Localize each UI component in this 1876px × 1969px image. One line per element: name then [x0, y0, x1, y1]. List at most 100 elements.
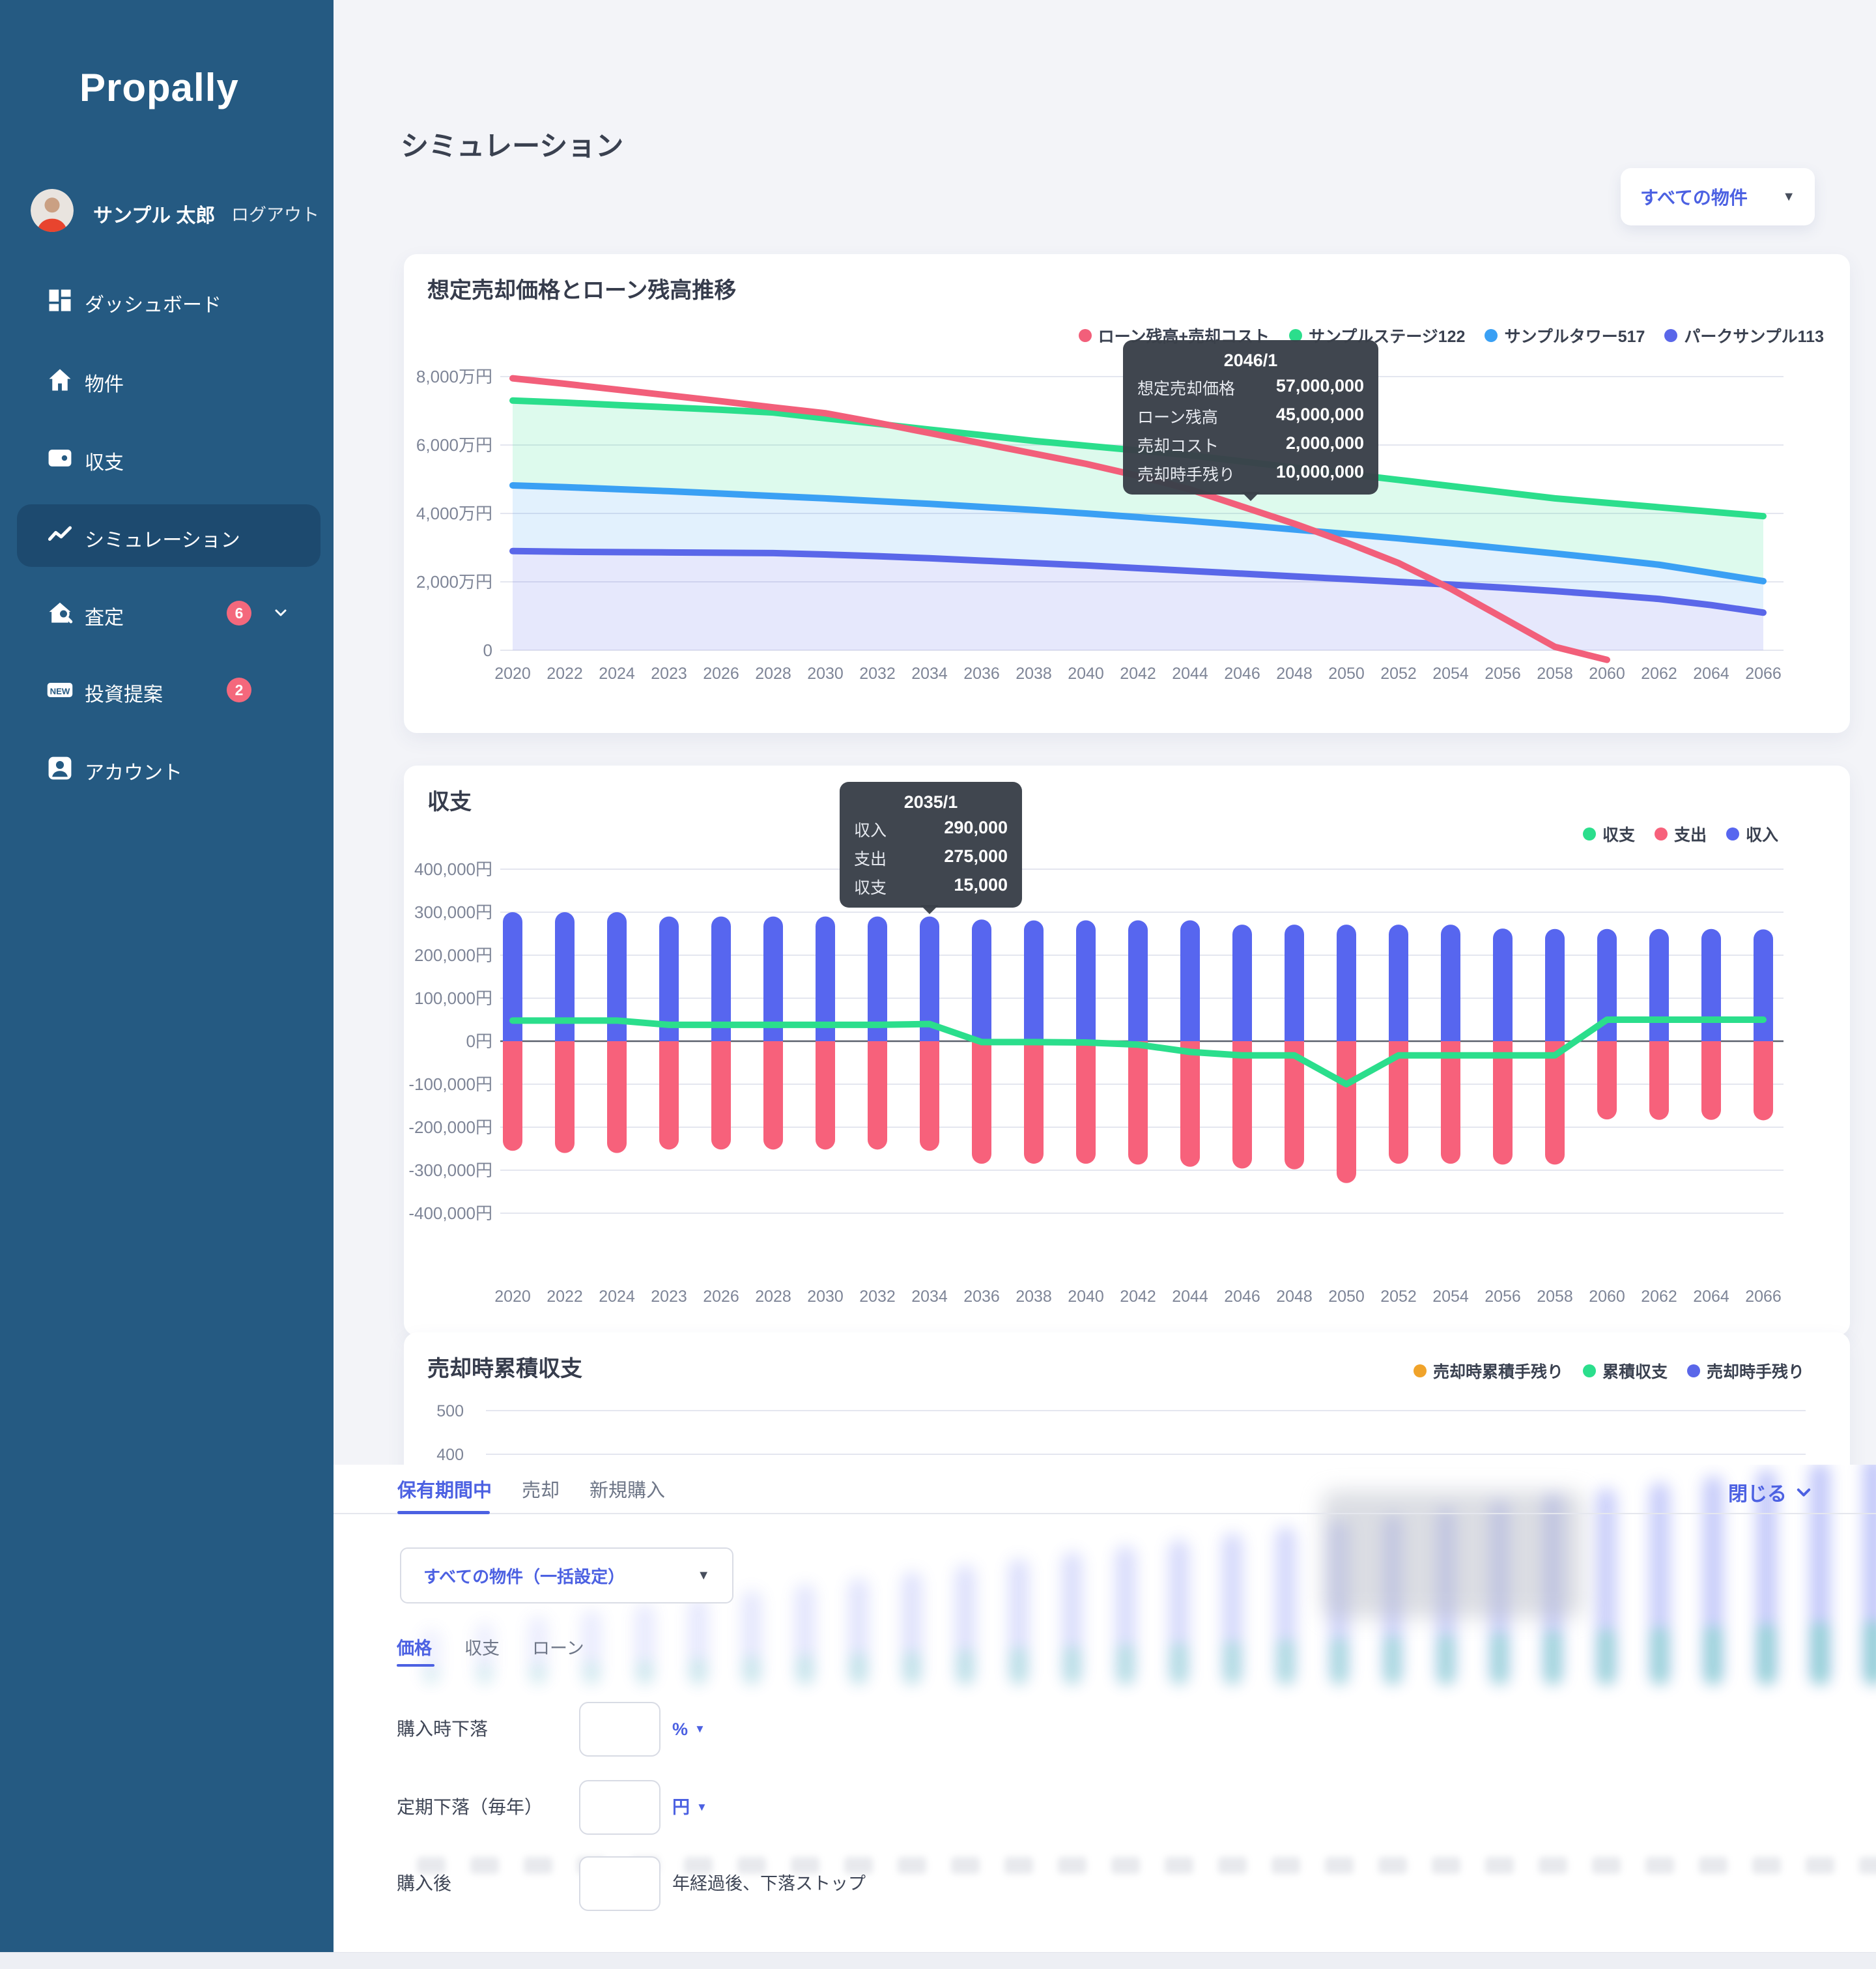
legend-dot: [1485, 329, 1498, 342]
sidebar-item-account[interactable]: アカウント: [17, 737, 320, 799]
svg-text:2020: 2020: [494, 1287, 531, 1306]
simulation-icon: [46, 521, 74, 550]
sidebar-item-label: 収支: [85, 446, 124, 475]
legend-item[interactable]: 売却時累積手残り: [1414, 1359, 1563, 1383]
legend-item[interactable]: 累積収支: [1583, 1359, 1668, 1383]
field-suffix[interactable]: 円▼: [672, 1778, 707, 1837]
sidebar-item-simulation[interactable]: シミュレーション: [17, 504, 320, 567]
field-drop-at-purchase-input[interactable]: [579, 1702, 661, 1757]
sheet-tabs: 保有期間中 売却 新規購入: [397, 1475, 665, 1502]
field-years-until-stop-input[interactable]: [579, 1856, 661, 1911]
settings-subtabs: 価格 収支 ローン: [397, 1634, 584, 1660]
legend-item-label: 収入: [1746, 822, 1778, 846]
bulk-property-select[interactable]: すべての物件（一括設定） ▼: [400, 1547, 733, 1603]
legend-item[interactable]: 収支: [1583, 822, 1635, 846]
svg-text:2062: 2062: [1641, 665, 1677, 683]
svg-text:2028: 2028: [755, 1287, 791, 1306]
subtab-price[interactable]: 価格: [397, 1634, 432, 1660]
field-drop-at-purchase-row: 購入時下落%▼: [334, 1700, 1876, 1759]
tooltip-label: 収支: [854, 875, 887, 898]
chevron-down-icon: ▼: [694, 1700, 705, 1759]
sidebar-item-properties[interactable]: 物件: [17, 349, 320, 411]
field-suffix[interactable]: %▼: [672, 1700, 705, 1759]
sheet-tab-sale[interactable]: 売却: [522, 1475, 560, 1502]
svg-text:500: 500: [436, 1402, 464, 1420]
sidebar: Propally サンプル 太郎 ログアウト ダッシュボード物件収支シミュレーシ…: [0, 0, 334, 1952]
svg-text:2024: 2024: [599, 665, 635, 683]
chevron-down-icon: ▼: [1782, 190, 1795, 205]
tooltip-row: 想定売却価格57,000,000: [1137, 376, 1364, 399]
legend-dot: [1583, 1364, 1596, 1377]
tooltip-title: 2046/1: [1137, 351, 1364, 371]
page-title: シミュレーション: [401, 124, 623, 164]
svg-text:0円: 0円: [466, 1031, 492, 1051]
tooltip-value: 2,000,000: [1286, 433, 1364, 457]
svg-text:2026: 2026: [703, 665, 739, 683]
sidebar-item-dashboard[interactable]: ダッシュボード: [17, 269, 320, 332]
svg-text:2026: 2026: [703, 1287, 739, 1306]
legend-item[interactable]: パークサンプル113: [1664, 324, 1824, 347]
sidebar-item-appraisal[interactable]: 査定 6: [17, 582, 320, 644]
horizontal-scrollbar-track[interactable]: [0, 1952, 1876, 1969]
svg-text:2038: 2038: [1016, 665, 1052, 683]
sidebar-item-label: シミュレーション: [85, 524, 240, 553]
sheet-tab-new-purchase[interactable]: 新規購入: [590, 1475, 665, 1502]
legend-dot: [1726, 827, 1739, 841]
legend-item[interactable]: 売却時手残り: [1687, 1359, 1804, 1383]
sidebar-item-label: 査定: [85, 601, 124, 630]
subtab-cashflow[interactable]: 収支: [464, 1634, 500, 1660]
svg-text:-200,000円: -200,000円: [408, 1117, 492, 1137]
active-subtab-underline: [397, 1664, 434, 1667]
tooltip-value: 10,000,000: [1276, 462, 1364, 485]
sheet-tab-holding-period[interactable]: 保有期間中: [397, 1475, 492, 1502]
svg-text:2042: 2042: [1120, 665, 1156, 683]
tooltip-row: 支出275,000: [854, 846, 1008, 870]
svg-text:2046: 2046: [1224, 1287, 1260, 1306]
field-periodic-drop-input[interactable]: [579, 1780, 661, 1835]
legend-dot: [1079, 329, 1092, 342]
legend-item[interactable]: サンプルタワー517: [1485, 324, 1645, 347]
legend-item[interactable]: 支出: [1655, 822, 1707, 846]
user-row: サンプル 太郎 ログアウト: [31, 189, 317, 233]
tooltip-label: 支出: [854, 846, 887, 870]
new-icon: NEW: [46, 676, 74, 704]
svg-text:2062: 2062: [1641, 1287, 1677, 1306]
svg-text:6,000万円: 6,000万円: [416, 435, 492, 455]
svg-text:2066: 2066: [1745, 1287, 1782, 1306]
chart-tooltip-2046: 2046/1想定売却価格57,000,000ローン残高45,000,000売却コ…: [1123, 340, 1378, 495]
notification-badge: 6: [227, 601, 251, 625]
sidebar-item-label: 物件: [85, 368, 124, 397]
svg-text:2040: 2040: [1068, 1287, 1104, 1306]
sidebar-item-cashflow[interactable]: 収支: [17, 427, 320, 489]
legend-dot: [1414, 1364, 1427, 1377]
wallet-icon: [46, 444, 74, 472]
tooltip-value: 57,000,000: [1276, 376, 1364, 399]
svg-text:2034: 2034: [911, 665, 948, 683]
svg-text:-400,000円: -400,000円: [408, 1203, 492, 1223]
tooltip-label: 売却コスト: [1137, 433, 1219, 457]
user-name: サンプル 太郎: [93, 199, 215, 228]
svg-text:2054: 2054: [1432, 1287, 1469, 1306]
property-filter-select[interactable]: すべての物件 ▼: [1621, 168, 1815, 225]
legend-item-label: サンプルタワー517: [1504, 324, 1645, 347]
sidebar-item-proposals[interactable]: NEW投資提案2: [17, 659, 320, 721]
svg-text:4,000万円: 4,000万円: [416, 504, 492, 523]
svg-text:2038: 2038: [1016, 1287, 1052, 1306]
logout-link[interactable]: ログアウト: [231, 201, 319, 226]
subtab-loan[interactable]: ローン: [532, 1634, 584, 1660]
svg-text:2023: 2023: [651, 1287, 687, 1306]
chevron-down-icon: ▼: [697, 1568, 710, 1583]
field-years-until-stop-row: 購入後年経過後、下落ストップ: [334, 1854, 1876, 1913]
legend-cashflow: 収支支出 収入: [1583, 822, 1778, 846]
chart-tooltip-2035: 2035/1収入290,000支出275,000収支15,000: [840, 782, 1022, 908]
svg-text:-300,000円: -300,000円: [408, 1160, 492, 1180]
svg-text:2032: 2032: [859, 1287, 896, 1306]
tooltip-value: 45,000,000: [1276, 405, 1364, 428]
tab-divider: [334, 1513, 1876, 1514]
svg-text:200,000円: 200,000円: [414, 945, 492, 965]
tooltip-value: 15,000: [954, 875, 1008, 898]
legend-item[interactable]: 収入: [1726, 822, 1778, 846]
close-sheet-link[interactable]: 閉じる: [1728, 1478, 1813, 1506]
svg-text:400: 400: [436, 1446, 464, 1464]
svg-text:2058: 2058: [1537, 1287, 1573, 1306]
